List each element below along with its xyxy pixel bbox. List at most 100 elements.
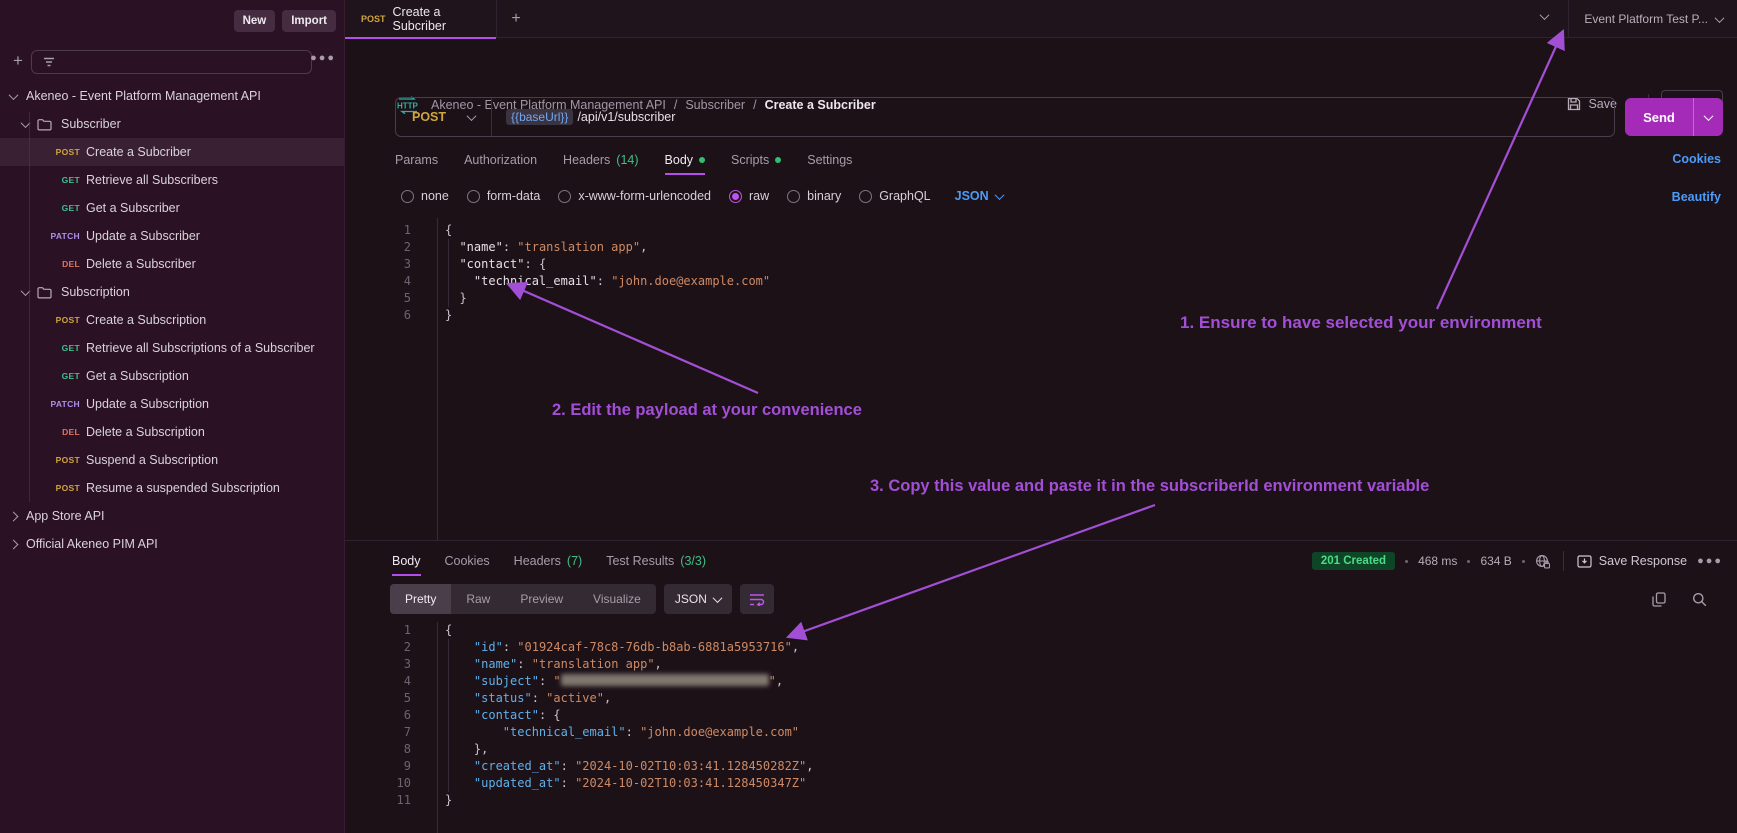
request-create-a-subcriber[interactable]: POSTCreate a Subcriber <box>0 138 344 166</box>
sidebar-item-akeneo-event-platform-management-api[interactable]: Akeneo - Event Platform Management API <box>0 82 344 110</box>
radio-label: raw <box>749 189 769 203</box>
response-language-dropdown[interactable]: JSON <box>664 584 732 614</box>
item-label: Subscription <box>61 285 130 299</box>
open-request-tab[interactable]: POST Create a Subcriber <box>345 0 497 38</box>
response-tab-test-results[interactable]: Test Results(3/3) <box>606 546 706 576</box>
sidebar-more-button[interactable]: ●●● <box>310 52 336 64</box>
item-label: Official Akeneo PIM API <box>26 537 158 551</box>
request-get-a-subscriber[interactable]: GETGet a Subscriber <box>0 194 344 222</box>
response-body-viewer[interactable]: 1{2 "id": "01924caf-78c8-76db-b8ab-6881a… <box>345 622 1737 833</box>
annotation-text-3: 3. Copy this value and paste it in the s… <box>870 477 1429 496</box>
response-tabs: Body Cookies Headers(7) Test Results(3/3) <box>392 541 706 581</box>
tab-authorization[interactable]: Authorization <box>464 145 537 175</box>
sidebar-item-official-akeneo-pim-api[interactable]: Official Akeneo PIM API <box>0 530 344 558</box>
url-input[interactable]: POST {{baseUrl}} /api/v1/subscriber <box>395 97 1615 137</box>
body-type-graphql[interactable]: GraphQL <box>859 189 930 203</box>
code-line: 8 }, <box>345 741 1737 758</box>
tab-settings[interactable]: Settings <box>807 145 852 175</box>
folder-icon <box>37 286 52 299</box>
view-raw[interactable]: Raw <box>451 584 505 614</box>
method-label: PATCH <box>18 231 80 241</box>
send-options-chevron-icon[interactable] <box>1693 98 1723 136</box>
request-resume-a-suspended-subscription[interactable]: POSTResume a suspended Subscription <box>0 474 344 502</box>
method-label: POST <box>18 483 80 493</box>
method-label: GET <box>18 343 80 353</box>
response-tab-body[interactable]: Body <box>392 546 421 576</box>
line-number: 3 <box>345 656 425 673</box>
code-line: 1{ <box>345 622 1737 639</box>
radio-label: none <box>421 189 449 203</box>
request-language-dropdown[interactable]: JSON <box>955 189 1003 203</box>
separator-dot <box>1467 560 1470 563</box>
line-number: 11 <box>345 792 425 809</box>
add-collection-button[interactable]: + <box>8 51 28 71</box>
view-visualize[interactable]: Visualize <box>578 584 656 614</box>
response-tab-headers[interactable]: Headers(7) <box>514 546 583 576</box>
chevron-down-icon <box>9 90 19 100</box>
url-row: POST {{baseUrl}} /api/v1/subscriber Send <box>345 97 1737 137</box>
body-type-binary[interactable]: binary <box>787 189 841 203</box>
request-suspend-a-subscription[interactable]: POSTSuspend a Subscription <box>0 446 344 474</box>
tab-label: Cookies <box>445 554 490 568</box>
method-selector[interactable]: POST <box>412 110 446 124</box>
tab-label: Body <box>392 554 421 568</box>
body-type-raw[interactable]: raw <box>729 189 769 203</box>
method-label: PATCH <box>18 399 80 409</box>
view-pretty[interactable]: Pretty <box>390 584 451 614</box>
code-content: }, <box>425 741 488 758</box>
import-button[interactable]: Import <box>282 10 336 32</box>
response-view-toolbar: PrettyRawPreviewVisualize JSON <box>390 584 774 614</box>
search-response-icon[interactable] <box>1692 592 1707 607</box>
tab-list-chevron-icon[interactable] <box>1541 13 1548 20</box>
sidebar: New Import + ●●● Akeneo - Event Platform… <box>0 0 345 833</box>
environment-selector[interactable]: Event Platform Test P... <box>1568 0 1737 38</box>
response-more-button[interactable]: ●●● <box>1697 555 1723 567</box>
response-tab-cookies[interactable]: Cookies <box>445 546 490 576</box>
tab-count: (3/3) <box>680 554 706 568</box>
tab-body[interactable]: Body <box>665 145 706 175</box>
body-type-none[interactable]: none <box>401 189 449 203</box>
baseurl-variable-chip[interactable]: {{baseUrl}} <box>506 109 573 125</box>
request-delete-a-subscriber[interactable]: DELDelete a Subscriber <box>0 250 344 278</box>
cookies-link[interactable]: Cookies <box>1672 152 1721 166</box>
network-globe-icon[interactable] <box>1535 554 1550 569</box>
request-label: Get a Subscriber <box>86 201 180 215</box>
save-response-button[interactable]: Save Response <box>1577 554 1687 568</box>
request-update-a-subscriber[interactable]: PATCHUpdate a Subscriber <box>0 222 344 250</box>
request-delete-a-subscription[interactable]: DELDelete a Subscription <box>0 418 344 446</box>
tab-scripts[interactable]: Scripts <box>731 145 781 175</box>
wrap-lines-button[interactable] <box>740 584 774 614</box>
radio-icon <box>787 190 800 203</box>
collection-search-input[interactable] <box>31 50 312 74</box>
indent-guide <box>448 639 449 792</box>
annotation-text-1: 1. Ensure to have selected your environm… <box>1180 313 1542 333</box>
request-get-a-subscription[interactable]: GETGet a Subscription <box>0 362 344 390</box>
line-number: 6 <box>345 307 425 324</box>
sidebar-item-subscriber[interactable]: Subscriber <box>0 110 344 138</box>
response-size: 634 B <box>1480 554 1511 568</box>
sidebar-item-app-store-api[interactable]: App Store API <box>0 502 344 530</box>
copy-response-icon[interactable] <box>1652 592 1666 607</box>
line-number: 8 <box>345 741 425 758</box>
method-label: POST <box>18 147 80 157</box>
send-button[interactable]: Send <box>1625 98 1723 136</box>
sidebar-item-subscription[interactable]: Subscription <box>0 278 344 306</box>
body-type-x-www-form-urlencoded[interactable]: x-www-form-urlencoded <box>558 189 711 203</box>
url-path[interactable]: /api/v1/subscriber <box>577 110 675 124</box>
tab-label: Scripts <box>731 153 769 167</box>
new-button[interactable]: New <box>234 10 276 32</box>
request-create-a-subscription[interactable]: POSTCreate a Subscription <box>0 306 344 334</box>
tab-headers[interactable]: Headers(14) <box>563 145 638 175</box>
tab-params[interactable]: Params <box>395 145 438 175</box>
request-update-a-subscription[interactable]: PATCHUpdate a Subscription <box>0 390 344 418</box>
beautify-link[interactable]: Beautify <box>1672 190 1721 204</box>
view-preview[interactable]: Preview <box>505 584 578 614</box>
sidebar-top-actions: New Import <box>234 10 336 32</box>
new-tab-button[interactable]: + <box>505 8 527 30</box>
method-label: DEL <box>18 427 80 437</box>
method-label: DEL <box>18 259 80 269</box>
folder-icon <box>37 118 52 131</box>
body-type-form-data[interactable]: form-data <box>467 189 541 203</box>
request-retrieve-all-subscriptions-of-a-subscriber[interactable]: GETRetrieve all Subscriptions of a Subsc… <box>0 334 344 362</box>
request-retrieve-all-subscribers[interactable]: GETRetrieve all Subscribers <box>0 166 344 194</box>
